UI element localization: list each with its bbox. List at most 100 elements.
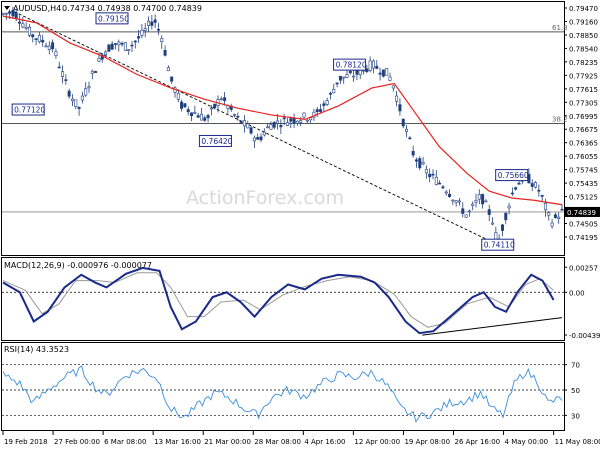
candle-body: [279, 124, 283, 128]
candle-body: [438, 182, 442, 185]
candle-body: [27, 26, 31, 36]
candle-body: [272, 121, 276, 128]
candle-body: [51, 42, 55, 50]
candle-body: [401, 118, 405, 127]
macd-y-tick-label: 0.00: [569, 289, 585, 297]
candle-body: [332, 89, 336, 94]
candle-body: [322, 103, 326, 106]
candle-body: [24, 26, 28, 29]
candle-body: [239, 120, 243, 124]
candle-body: [137, 36, 141, 39]
candle-body: [560, 208, 564, 211]
price-annotation-label: 0.75660: [498, 171, 529, 180]
rsi-y-tick-label: 50: [571, 387, 580, 395]
candle-body: [252, 137, 256, 142]
rsi-y-tick-label: 70: [571, 362, 580, 370]
candle-body: [140, 29, 144, 36]
candle-body: [266, 126, 270, 129]
price-y-tick-label: 0.76995: [569, 113, 598, 121]
candle-body: [276, 120, 280, 124]
candle-body: [213, 103, 217, 109]
candle-body: [289, 118, 293, 122]
price-y-tick-label: 0.75125: [569, 194, 598, 202]
candle-body: [18, 21, 22, 24]
price-y-tick-label: 0.76365: [569, 140, 598, 148]
price-y-tick-label: 0.77615: [569, 86, 598, 94]
candle-body: [8, 11, 12, 14]
candle-body: [166, 67, 170, 72]
candle-body: [474, 200, 478, 203]
candle-body: [295, 120, 299, 124]
candle-body: [153, 19, 157, 23]
candle-body: [183, 103, 187, 108]
candle-body: [315, 109, 319, 112]
macd-title: MACD(12,26,9) -0.000976 -0.000077: [4, 261, 152, 270]
candle-body: [94, 71, 98, 73]
price-y-tick-label: 0.75435: [569, 180, 598, 188]
candle-body: [282, 117, 286, 120]
candle-body: [110, 43, 114, 50]
candle-body: [143, 28, 147, 31]
candle-body: [67, 90, 71, 97]
candle-body: [61, 71, 65, 77]
candle-body: [461, 208, 465, 214]
candle-body: [269, 124, 273, 130]
candle-body: [34, 38, 38, 40]
candle-body: [196, 115, 200, 118]
candle-body: [236, 115, 240, 118]
candle-body: [557, 216, 561, 219]
price-y-tick-label: 0.77925: [569, 72, 598, 80]
price-y-tick-label: 0.76675: [569, 126, 598, 134]
watermark: ActionForex.com: [186, 187, 344, 209]
candle-body: [302, 112, 306, 118]
candle-body: [411, 151, 415, 156]
candle-body: [259, 136, 263, 141]
rsi-title: RSI(14) 43.3523: [4, 345, 69, 354]
candle-body: [44, 45, 48, 48]
candle-body: [190, 112, 194, 117]
candle-body: [345, 74, 349, 78]
candle-body: [408, 137, 412, 140]
candle-body: [74, 99, 78, 107]
candle-body: [113, 43, 117, 45]
candle-body: [441, 186, 445, 189]
candle-body: [203, 117, 207, 121]
candle-body: [434, 176, 438, 185]
candle-body: [487, 209, 491, 215]
price-annotation-label: 0.77120: [14, 106, 45, 115]
candle-body: [90, 70, 94, 74]
quote-values: 0.74734 0.74938 0.74700 0.74839: [62, 4, 202, 13]
candle-body: [120, 42, 124, 45]
candle-body: [375, 65, 379, 69]
candle-body: [130, 44, 134, 47]
symbol-label: AUDUSD,H4: [13, 4, 61, 13]
candle-body: [262, 131, 266, 136]
candle-body: [550, 222, 554, 227]
candle-body: [388, 76, 392, 81]
candle-body: [256, 137, 260, 140]
price-annotation-label: 0.74110: [484, 241, 515, 250]
candle-body: [299, 120, 303, 123]
candle-body: [209, 107, 213, 110]
candle-body: [431, 173, 435, 176]
candle-body: [123, 42, 127, 51]
x-tick-label: 26 Apr 16:00: [455, 438, 501, 446]
candle-body: [371, 60, 375, 69]
candle-body: [398, 104, 402, 112]
candle-body: [176, 92, 180, 100]
candle-body: [517, 182, 521, 185]
candle-body: [444, 191, 448, 194]
candle-body: [104, 51, 108, 56]
candle-body: [484, 200, 488, 203]
candle-body: [481, 194, 485, 205]
candle-body: [405, 128, 409, 133]
x-tick-label: 12 Apr 00:00: [354, 438, 400, 446]
candle-body: [242, 120, 246, 127]
candle-body: [378, 72, 382, 75]
candle-body: [530, 183, 534, 187]
price-y-tick-label: 0.79470: [569, 5, 598, 13]
candle-body: [292, 118, 296, 124]
price-y-tick-label: 0.79160: [569, 18, 598, 26]
candle-body: [223, 97, 227, 101]
candle-body: [150, 21, 154, 26]
